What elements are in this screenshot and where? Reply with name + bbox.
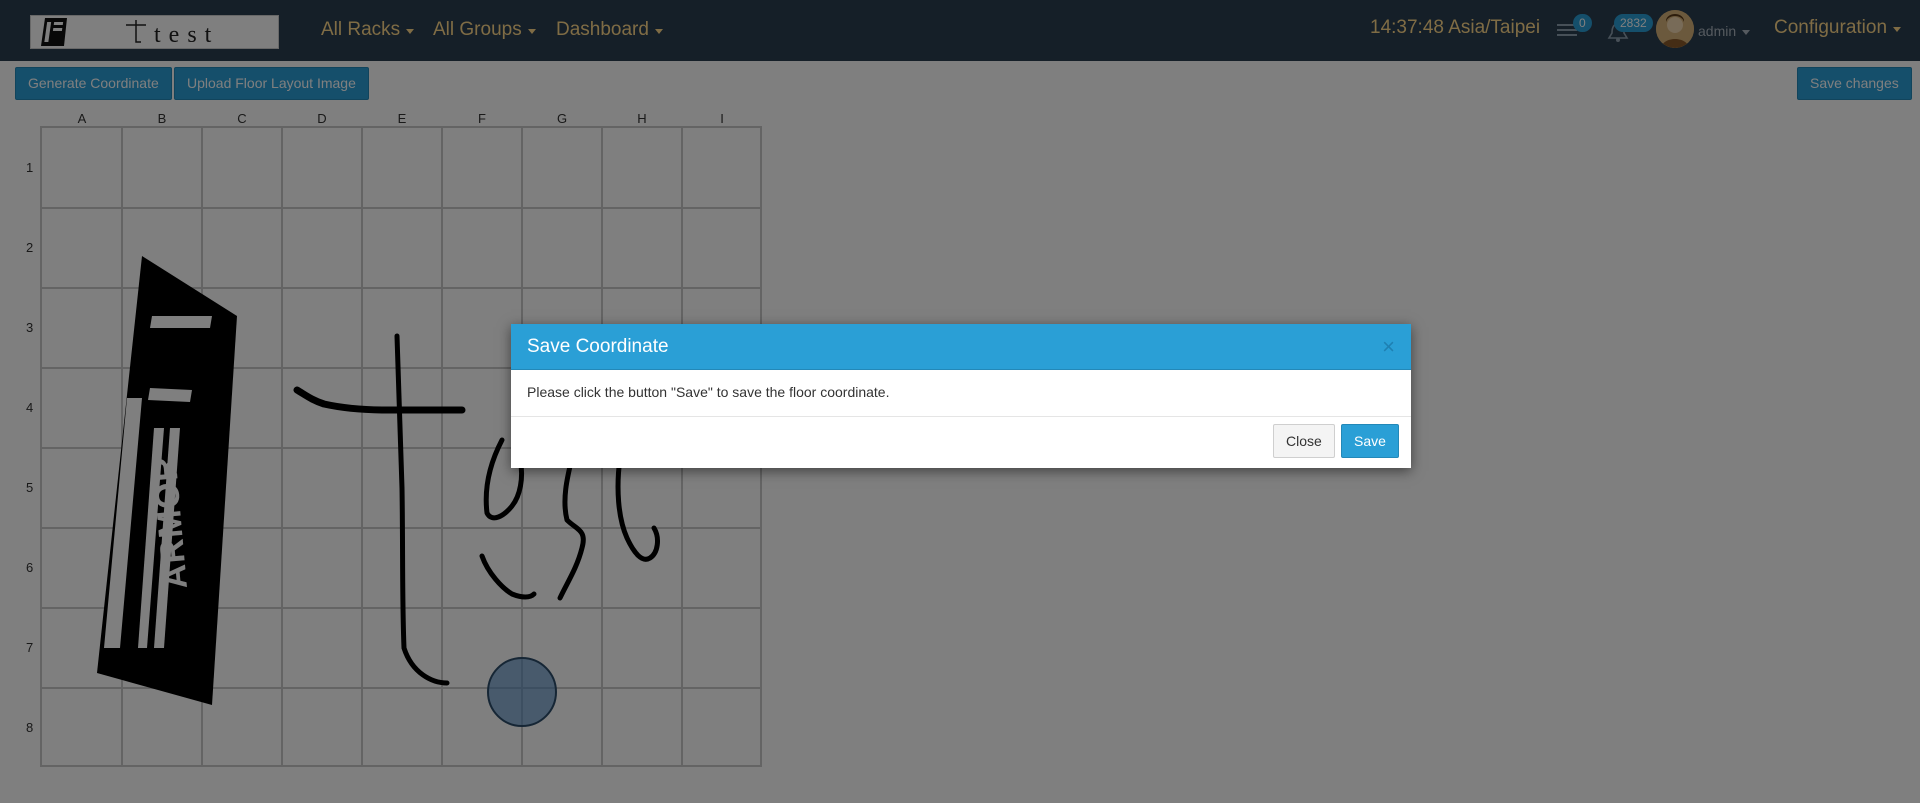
dialog-title: Save Coordinate <box>527 336 669 357</box>
dialog-message: Please click the button "Save" to save t… <box>527 384 890 400</box>
save-button[interactable]: Save <box>1341 424 1399 458</box>
close-icon[interactable]: × <box>1382 336 1395 358</box>
dialog-divider <box>511 416 1411 417</box>
close-button[interactable]: Close <box>1273 424 1335 458</box>
dialog-header: Save Coordinate × <box>511 324 1411 370</box>
save-coordinate-dialog: Save Coordinate × Please click the butto… <box>511 324 1411 468</box>
